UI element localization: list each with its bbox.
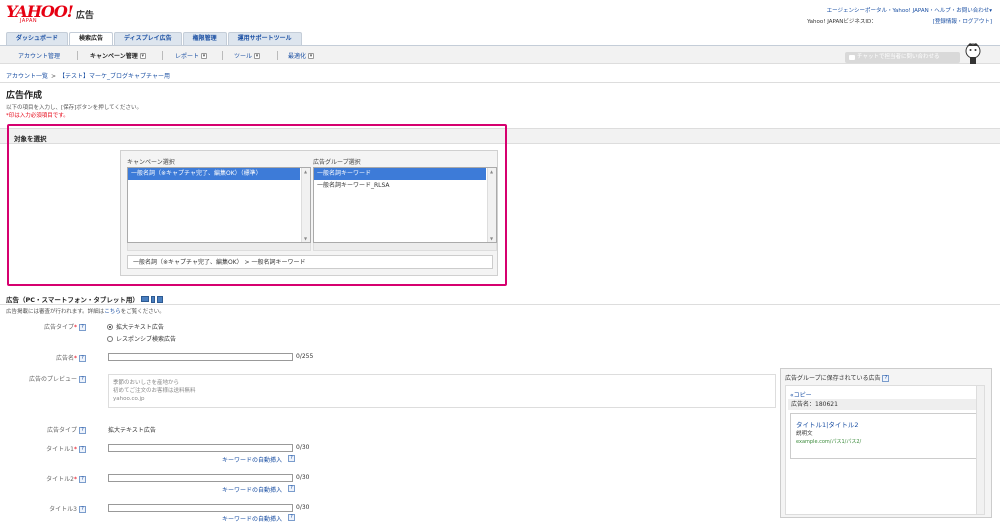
help-icon[interactable]: ? [882, 375, 890, 382]
tablet-icon [156, 295, 163, 303]
title3-count: 0/30 [296, 504, 310, 511]
help-icon[interactable]: ? [288, 514, 295, 521]
divider [222, 51, 223, 60]
tab-permissions[interactable]: 権限管理 [182, 32, 227, 45]
title2-keyword-insert[interactable]: キーワードの自動挿入 [222, 485, 282, 494]
divider [162, 51, 163, 60]
subnav-campaign-management[interactable]: キャンペーン管理 ▾ [90, 51, 146, 60]
tab-display-ads[interactable]: ディスプレイ広告 [114, 32, 182, 45]
title2-count: 0/30 [296, 474, 310, 481]
saved-ad-description: 説明文 [796, 431, 813, 437]
chat-icon [849, 55, 855, 60]
ad-type-value: 拡大テキスト広告 [108, 427, 156, 434]
divider [0, 304, 1000, 305]
logo-ad-label: 広告 [75, 11, 94, 21]
required-note: *印は入力必須項目です。 [6, 113, 69, 119]
chevron-down-icon: ▾ [254, 52, 261, 59]
divider [0, 82, 1000, 83]
saved-ad-preview: タイトル1|タイトル2 説明文 example.com/パス1/パス2/ [790, 413, 980, 459]
ad-type-display-label: 広告タイプ? [6, 425, 86, 434]
top-links: エージェンシーポータル・Yahoo! JAPAN・ヘルプ・お問い合わせ▾ Yah… [807, 6, 992, 28]
help-icon[interactable]: ? [288, 455, 295, 462]
chevron-down-icon: ▾ [201, 52, 208, 59]
title1-keyword-insert[interactable]: キーワードの自動挿入 [222, 455, 282, 464]
tab-support-tools[interactable]: 運用サポートツール [227, 32, 302, 45]
saved-ads-panel: 広告グループに保存されている広告? «コピー 広告名：180621 タイトル1|… [780, 368, 992, 518]
ad-preview: 季節のおいしさを産地から 初めてご注文のお客様は送料無料 yahoo.co.jp [108, 374, 776, 408]
breadcrumb: アカウント一覧 > 【テスト】マーケ_ブログキャプチャー用 [6, 73, 170, 80]
yahoo-logo[interactable]: YAHOO! 広告 JAPAN [6, 4, 94, 25]
saved-ad-name: 広告名：180621 [788, 399, 982, 410]
saved-ads-list: «コピー 広告名：180621 タイトル1|タイトル2 説明文 example.… [785, 385, 985, 515]
help-icon[interactable]: ? [288, 485, 295, 492]
divider [77, 51, 78, 60]
scrollbar[interactable] [976, 386, 984, 514]
tab-search-ads[interactable]: 検索広告 [69, 32, 114, 46]
account-links[interactable]: [登録情報・ログアウト] [933, 19, 992, 25]
radio-icon [107, 335, 113, 342]
saved-ad-url: example.com/パス1/パス2/ [796, 439, 862, 445]
ad-name-label: 広告名*? [6, 353, 86, 362]
title1-count: 0/30 [296, 444, 310, 451]
details-link[interactable]: こちら [104, 309, 121, 315]
smartphone-icon [150, 295, 155, 303]
ad-section-title: 広告（PC・スマートフォン・タブレット用） [6, 294, 163, 304]
review-note: 広告掲載には審査が行われます。詳細はこちらをご覧ください。 [6, 309, 165, 315]
help-icon[interactable]: ? [79, 427, 86, 434]
global-links[interactable]: エージェンシーポータル・Yahoo! JAPAN・ヘルプ・お問い合わせ▾ [807, 6, 992, 17]
subnav-account-management[interactable]: アカウント管理 [18, 51, 60, 60]
ad-name-count: 0/255 [296, 353, 314, 360]
help-icon[interactable]: ? [79, 376, 86, 383]
copy-link[interactable]: «コピー [790, 390, 812, 399]
logo-sub: JAPAN [20, 18, 38, 24]
title1-input[interactable] [108, 444, 293, 452]
radio-selected-icon [107, 323, 113, 330]
preview-label: 広告のプレビュー? [6, 374, 86, 383]
page-instruction: 以下の項目を入力し、[保存]ボタンを押してください。 [6, 105, 142, 111]
help-icon[interactable]: ? [79, 476, 86, 483]
biz-id-label: Yahoo! JAPANビジネスID： [807, 19, 877, 25]
breadcrumb-account-list[interactable]: アカウント一覧 [6, 73, 48, 80]
main-tabs: ダッシュボード 検索広告 ディスプレイ広告 権限管理 運用サポートツール [6, 32, 302, 46]
saved-ad-title: タイトル1|タイトル2 [796, 421, 859, 429]
title2-input[interactable] [108, 474, 293, 482]
title3-label: タイトル3? [6, 504, 86, 513]
tab-dashboard[interactable]: ダッシュボード [6, 32, 69, 45]
breadcrumb-account[interactable]: 【テスト】マーケ_ブログキャプチャー用 [59, 73, 170, 80]
title2-label: タイトル2*? [6, 474, 86, 483]
subnav-tools[interactable]: ツール ▾ [234, 51, 261, 60]
help-icon[interactable]: ? [79, 446, 86, 453]
help-icon[interactable]: ? [79, 506, 86, 513]
highlight-frame [7, 124, 507, 286]
chevron-down-icon: ▾ [139, 52, 146, 59]
ad-type-responsive-search[interactable]: レスポンシブ検索広告 [107, 334, 176, 343]
chevron-down-icon: ▾ [308, 52, 315, 59]
ad-name-input[interactable] [108, 353, 293, 361]
title3-input[interactable] [108, 504, 293, 512]
subnav-optimization[interactable]: 最適化 ▾ [288, 51, 315, 60]
title1-label: タイトル1*? [6, 444, 86, 453]
page-title: 広告作成 [6, 91, 43, 101]
ad-type-label: 広告タイプ*? [6, 322, 86, 331]
saved-ads-title: 広告グループに保存されている広告? [785, 373, 890, 382]
subnav-reports[interactable]: レポート ▾ [175, 51, 208, 60]
preview-title: 季節のおいしさを産地から [113, 380, 180, 386]
ad-type-expanded-text[interactable]: 拡大テキスト広告 [107, 322, 164, 331]
preview-url: yahoo.co.jp [113, 396, 145, 402]
mascot-icon[interactable] [964, 42, 982, 66]
preview-description: 初めてご注文のお客様は送料無料 [113, 388, 196, 394]
title3-keyword-insert[interactable]: キーワードの自動挿入 [222, 514, 282, 523]
help-icon[interactable]: ? [79, 355, 86, 362]
chat-support-button[interactable]: チャットで担当者に問い合わせる [845, 52, 960, 63]
pc-icon [140, 296, 149, 302]
help-icon[interactable]: ? [79, 324, 86, 331]
divider [277, 51, 278, 60]
